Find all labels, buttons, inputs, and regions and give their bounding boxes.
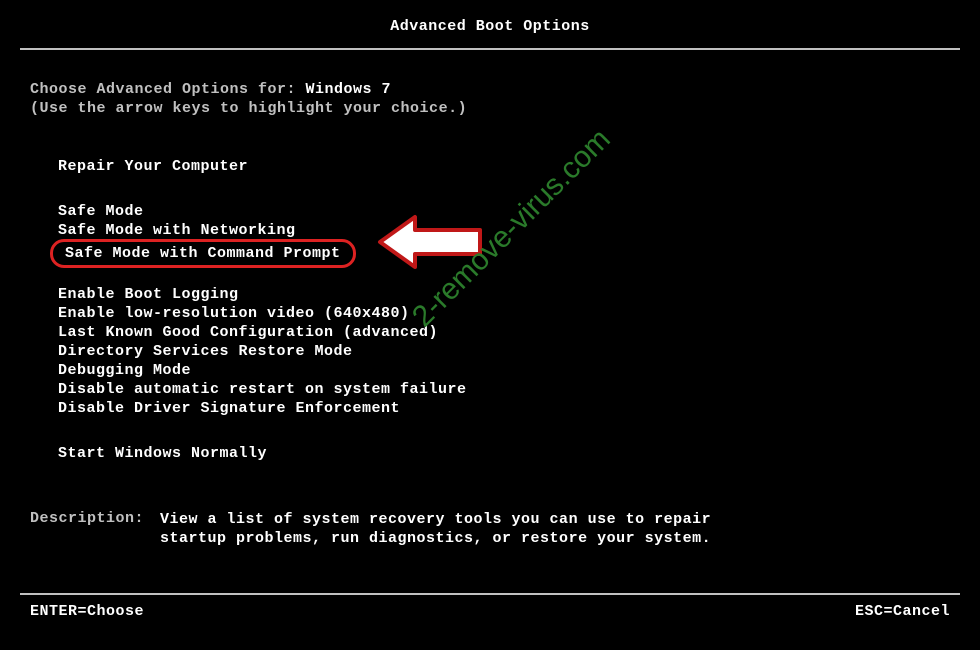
menu-item[interactable]: Start Windows Normally — [50, 443, 275, 464]
menu-item[interactable]: Disable automatic restart on system fail… — [50, 379, 475, 400]
menu-item[interactable]: Last Known Good Configuration (advanced) — [50, 322, 446, 343]
description-text: View a list of system recovery tools you… — [160, 510, 720, 548]
menu-item-selected[interactable]: Safe Mode with Command Prompt — [50, 239, 356, 268]
footer-esc: ESC=Cancel — [855, 603, 950, 620]
description-label: Description: — [30, 510, 160, 527]
callout-arrow-icon — [370, 212, 490, 272]
menu-item[interactable]: Repair Your Computer — [50, 156, 256, 177]
menu-item[interactable]: Safe Mode with Networking — [50, 220, 304, 241]
menu-item[interactable]: Debugging Mode — [50, 360, 199, 381]
description-block: Description:View a list of system recove… — [30, 510, 720, 548]
footer-divider — [20, 593, 960, 595]
footer-bar: ENTER=Choose ESC=Cancel — [30, 603, 950, 620]
menu-item[interactable]: Safe Mode — [50, 201, 152, 222]
os-name: Windows 7 — [306, 81, 392, 98]
page-title: Advanced Boot Options — [384, 18, 596, 35]
boot-menu[interactable]: Repair Your ComputerSafe ModeSafe Mode w… — [30, 156, 720, 462]
choose-prompt: Choose Advanced Options for: Windows 7 — [30, 80, 720, 99]
arrow-hint: (Use the arrow keys to highlight your ch… — [30, 99, 720, 118]
title-bar: Advanced Boot Options — [20, 28, 960, 50]
content-area: Choose Advanced Options for: Windows 7 (… — [30, 80, 720, 548]
menu-item[interactable]: Disable Driver Signature Enforcement — [50, 398, 408, 419]
menu-item[interactable]: Enable Boot Logging — [50, 284, 247, 305]
menu-item[interactable]: Enable low-resolution video (640x480) — [50, 303, 418, 324]
footer-enter: ENTER=Choose — [30, 603, 144, 620]
boot-options-screen: Advanced Boot Options Choose Advanced Op… — [0, 0, 980, 650]
menu-item[interactable]: Directory Services Restore Mode — [50, 341, 361, 362]
